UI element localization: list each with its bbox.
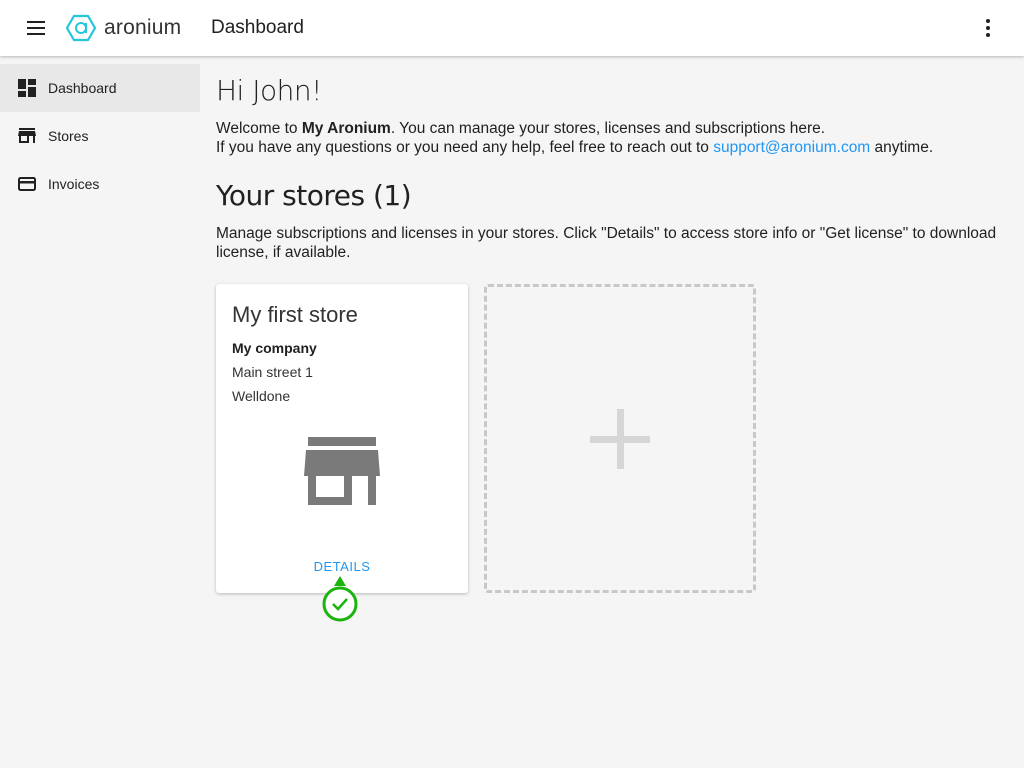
sidebar-item-invoices[interactable]: Invoices <box>0 160 200 208</box>
support-email-link[interactable]: support@aronium.com <box>713 139 870 156</box>
credit-card-icon <box>18 177 36 191</box>
sidebar-item-stores[interactable]: Stores <box>0 112 200 160</box>
logo-text: aronium <box>104 16 182 39</box>
sidebar-item-label: Stores <box>48 128 89 144</box>
sidebar: Dashboard Stores Invoices <box>0 56 200 768</box>
hamburger-menu-icon[interactable] <box>24 16 48 40</box>
main-content: Hi John! Welcome to My Aronium. You can … <box>216 56 1006 262</box>
page-title: Dashboard <box>211 17 304 38</box>
stores-heading: Your stores (1) <box>216 179 412 212</box>
plus-icon-vertical <box>617 409 624 469</box>
help-suffix: anytime. <box>870 139 934 156</box>
welcome-text: Welcome to My Aronium. You can manage yo… <box>216 119 1006 157</box>
top-app-bar: aronium Dashboard <box>0 0 1024 56</box>
details-button[interactable]: DETAILS <box>216 559 468 574</box>
welcome-suffix: . You can manage your stores, licenses a… <box>390 120 826 137</box>
dashboard-icon <box>18 79 36 97</box>
aronium-logo[interactable]: aronium <box>66 14 181 42</box>
storefront-icon <box>304 437 380 505</box>
sidebar-item-label: Invoices <box>48 176 100 192</box>
store-city: Welldone <box>232 388 291 404</box>
add-store-card[interactable] <box>484 284 756 593</box>
aronium-logo-icon <box>66 14 96 42</box>
sidebar-item-dashboard[interactable]: Dashboard <box>0 64 200 112</box>
store-company: My company <box>232 340 317 356</box>
store-name: My first store <box>232 302 358 327</box>
more-vert-icon[interactable] <box>976 16 1000 40</box>
greeting-heading: Hi John! <box>216 74 322 107</box>
store-icon <box>18 128 36 143</box>
store-address: Main street 1 <box>232 364 313 380</box>
store-card: My first store My company Main street 1 … <box>216 284 468 593</box>
help-prefix: If you have any questions or you need an… <box>216 139 714 156</box>
stores-description: Manage subscriptions and licenses in you… <box>216 225 997 261</box>
check-marker-icon <box>322 576 358 622</box>
welcome-prefix: Welcome to <box>216 120 302 137</box>
welcome-brand: My Aronium <box>301 120 391 137</box>
sidebar-item-label: Dashboard <box>48 80 117 96</box>
